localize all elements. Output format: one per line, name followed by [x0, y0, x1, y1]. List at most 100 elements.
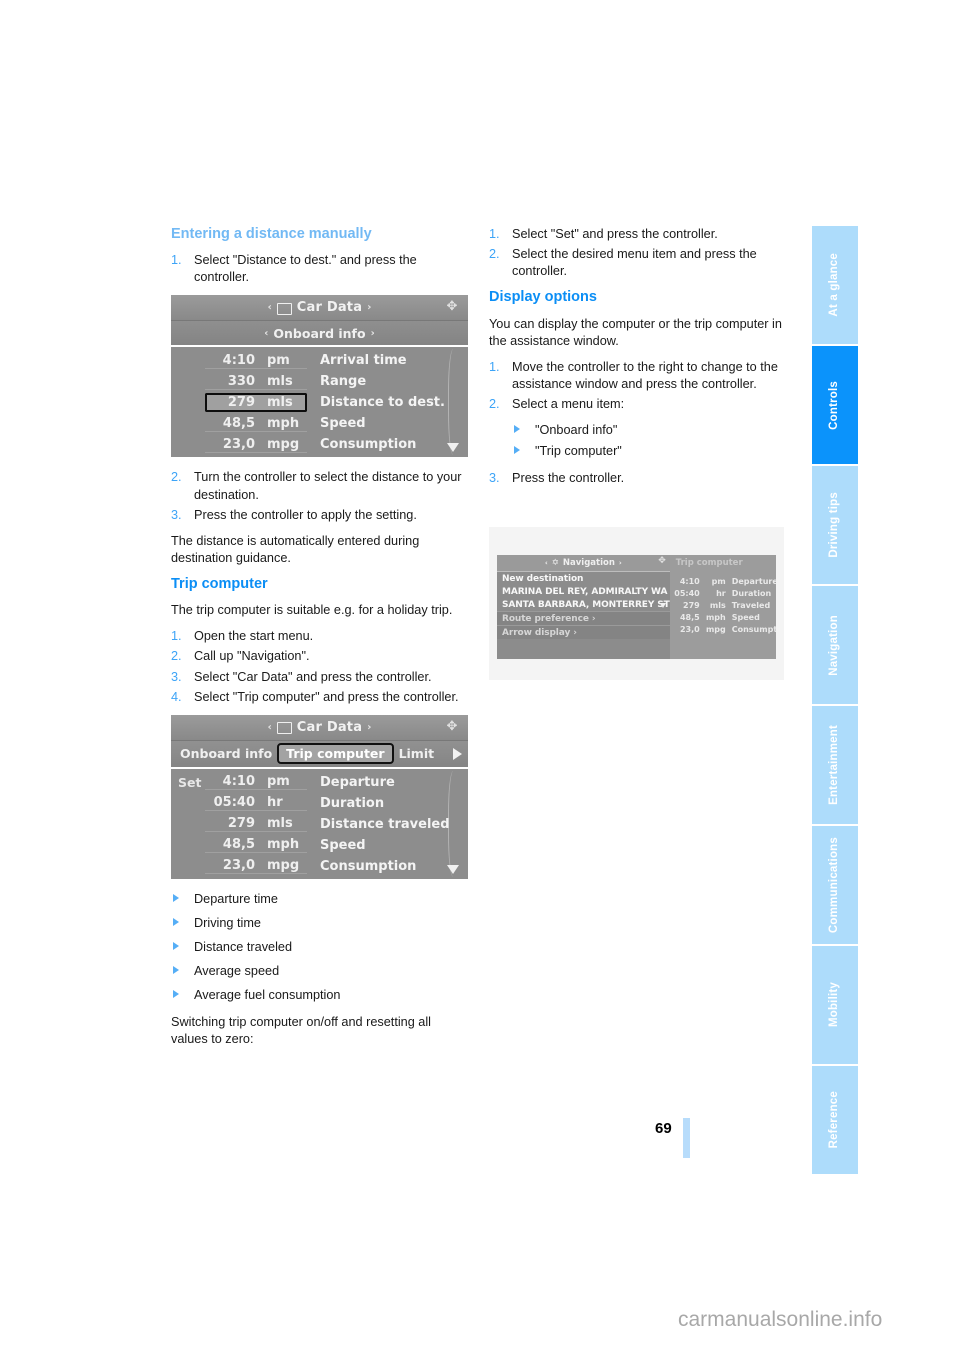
- sidebar-item-driving-tips[interactable]: Driving tips: [812, 466, 858, 584]
- list-item: 2. Call up "Navigation".: [171, 648, 468, 665]
- row-label: Consumption: [320, 858, 417, 874]
- list-item-label: "Trip computer": [535, 444, 622, 459]
- nav-item-recent-1[interactable]: MARINA DEL REY, ADMIRALTY WA: [497, 585, 670, 598]
- sidebar-item-label: At a glance: [828, 253, 841, 317]
- monitor-icon: [276, 302, 292, 315]
- sidebar-item-label: Driving tips: [828, 492, 841, 558]
- step-number: 1.: [171, 629, 182, 644]
- page-number: 69: [655, 1120, 672, 1137]
- steps-entering-distance-part1: 1. Select "Distance to dest." and press …: [171, 252, 468, 286]
- step-text: Move the controller to the right to chan…: [512, 359, 778, 391]
- row-unit: mls: [261, 816, 307, 833]
- row-unit: pm: [261, 774, 307, 791]
- triangle-bullet-icon: [514, 425, 520, 434]
- sidebar-item-at-a-glance[interactable]: At a glance: [812, 226, 858, 344]
- nav-item-new-destination[interactable]: New destination: [497, 572, 670, 585]
- row-value: 05:40: [205, 795, 261, 812]
- screen-subtitle: Onboard info: [273, 325, 366, 341]
- row-unit: pm: [261, 353, 307, 369]
- screen-rows: 4:10 pm Arrival time 330 mls Range 279 m…: [171, 347, 468, 457]
- table-row: Set 4:10 pm Departure: [171, 772, 468, 793]
- caret-right-icon: ›: [367, 721, 372, 733]
- list-item: Driving time: [171, 915, 468, 932]
- sidebar-item-entertainment[interactable]: Entertainment: [812, 706, 858, 824]
- heading-display-options: Display options: [489, 289, 597, 306]
- steps-entering-distance-part2: 2. Turn the controller to select the dis…: [171, 469, 468, 523]
- table-row: 48,5 mph Speed: [171, 835, 468, 856]
- steps-set-menu: 1. Select "Set" and press the controller…: [489, 226, 786, 280]
- table-row: 4:10 pm Arrival time: [171, 350, 468, 371]
- step-number: 3.: [171, 507, 182, 522]
- sidebar-item-communications[interactable]: Communications: [812, 826, 858, 944]
- screenshot-trip-computer: ‹ Car Data › ✥ Onboard info Trip compute…: [171, 714, 468, 879]
- tab-trip-computer[interactable]: Trip computer: [277, 743, 394, 765]
- navigation-header: ‹ ✡ Navigation › ✥: [497, 555, 670, 572]
- watermark: carmanualsonline.info: [678, 1308, 883, 1331]
- step-number: 2.: [171, 470, 182, 485]
- tab-next-icon[interactable]: [453, 747, 462, 760]
- list-item: 3. Press the controller to apply the set…: [171, 507, 468, 524]
- tab-onboard-info[interactable]: Onboard info: [175, 746, 277, 761]
- caret-left-icon: ‹: [264, 327, 269, 339]
- row-value: 4:10: [205, 353, 261, 369]
- row-value: 279: [205, 816, 261, 833]
- scroll-down-icon: [447, 864, 459, 874]
- list-item: Departure time: [171, 891, 468, 908]
- sidebar-item-label: Entertainment: [828, 725, 841, 805]
- list-item: 3. Press the controller.: [489, 470, 786, 487]
- rotor-icon: ✥: [658, 556, 666, 566]
- row-unit: mph: [705, 613, 726, 622]
- sidebar-item-controls[interactable]: Controls: [812, 346, 858, 464]
- row-unit: mls: [261, 374, 307, 390]
- row-label: Traveled: [731, 601, 771, 610]
- triangle-bullet-icon: [514, 446, 520, 455]
- screen-subtitle-bar: ‹ Onboard info ›: [171, 321, 468, 348]
- triangle-bullet-icon: [173, 893, 179, 902]
- sidebar-item-navigation[interactable]: Navigation: [812, 586, 858, 704]
- step-number: 2.: [489, 397, 500, 412]
- paragraph-display-options: You can display the computer or the trip…: [489, 316, 782, 348]
- step-text: Select a menu item:: [512, 397, 625, 412]
- set-label[interactable]: Set: [171, 775, 205, 790]
- caret-left-icon: ‹: [544, 559, 548, 567]
- list-item: 3. Select "Car Data" and press the contr…: [171, 669, 468, 686]
- list-item: 4. Select "Trip computer" and press the …: [171, 689, 468, 706]
- nav-item-label: SANTA BARBARA, MONTERREY ST: [502, 599, 670, 610]
- step-number: 1.: [489, 227, 500, 241]
- rotor-icon: ✥: [446, 718, 458, 734]
- step-text: Open the start menu.: [194, 629, 314, 644]
- navigation-panel: ‹ ✡ Navigation › ✥ New destination MARIN…: [497, 555, 670, 659]
- rotor-icon: ✥: [446, 299, 458, 315]
- assistance-title: Trip computer: [675, 558, 743, 568]
- row-value: 48,5: [205, 837, 261, 854]
- row-unit: pm: [711, 577, 726, 586]
- table-row: 330 mls Range: [171, 371, 468, 392]
- manual-page: Entering a distance manually 1. Select "…: [0, 0, 960, 1358]
- triangle-bullet-icon: [173, 942, 179, 951]
- monitor-icon: [276, 722, 292, 735]
- nav-item-route-preference[interactable]: Route preference ›: [497, 611, 670, 625]
- heading-entering-distance: Entering a distance manually: [171, 226, 372, 242]
- step-text: Call up "Navigation".: [194, 649, 310, 664]
- row-label: Consumption: [320, 437, 417, 453]
- screenshot-navigation-assistance-frame: ‹ ✡ Navigation › ✥ New destination MARIN…: [489, 527, 784, 680]
- sidebar-item-label: Controls: [828, 380, 841, 430]
- screen-title: Car Data: [296, 719, 363, 735]
- sidebar-item-mobility[interactable]: Mobility: [812, 946, 858, 1064]
- list-item: 2. Select the desired menu item and pres…: [489, 246, 786, 280]
- row-label: Duration: [731, 589, 772, 598]
- row-unit: mpg: [261, 858, 307, 875]
- screen-tab-bar: Onboard info Trip computer Limit: [171, 740, 468, 769]
- chevron-down-icon[interactable]: [659, 603, 666, 608]
- tab-limit[interactable]: Limit: [394, 746, 440, 761]
- sidebar-item-reference[interactable]: Reference: [812, 1066, 858, 1174]
- sidebar-item-label: Navigation: [828, 614, 841, 676]
- row-unit: hr: [716, 589, 726, 598]
- row-value: 05:40: [674, 589, 700, 598]
- paragraph-distance-auto: The distance is automatically entered du…: [171, 533, 420, 565]
- nav-item-recent-2[interactable]: SANTA BARBARA, MONTERREY ST: [497, 598, 670, 611]
- row-value: 23,0: [205, 437, 261, 453]
- steps-trip-computer: 1. Open the start menu. 2. Call up "Navi…: [171, 628, 468, 706]
- nav-item-arrow-display[interactable]: Arrow display ›: [497, 625, 670, 639]
- row-label: Consumpt.: [731, 625, 776, 634]
